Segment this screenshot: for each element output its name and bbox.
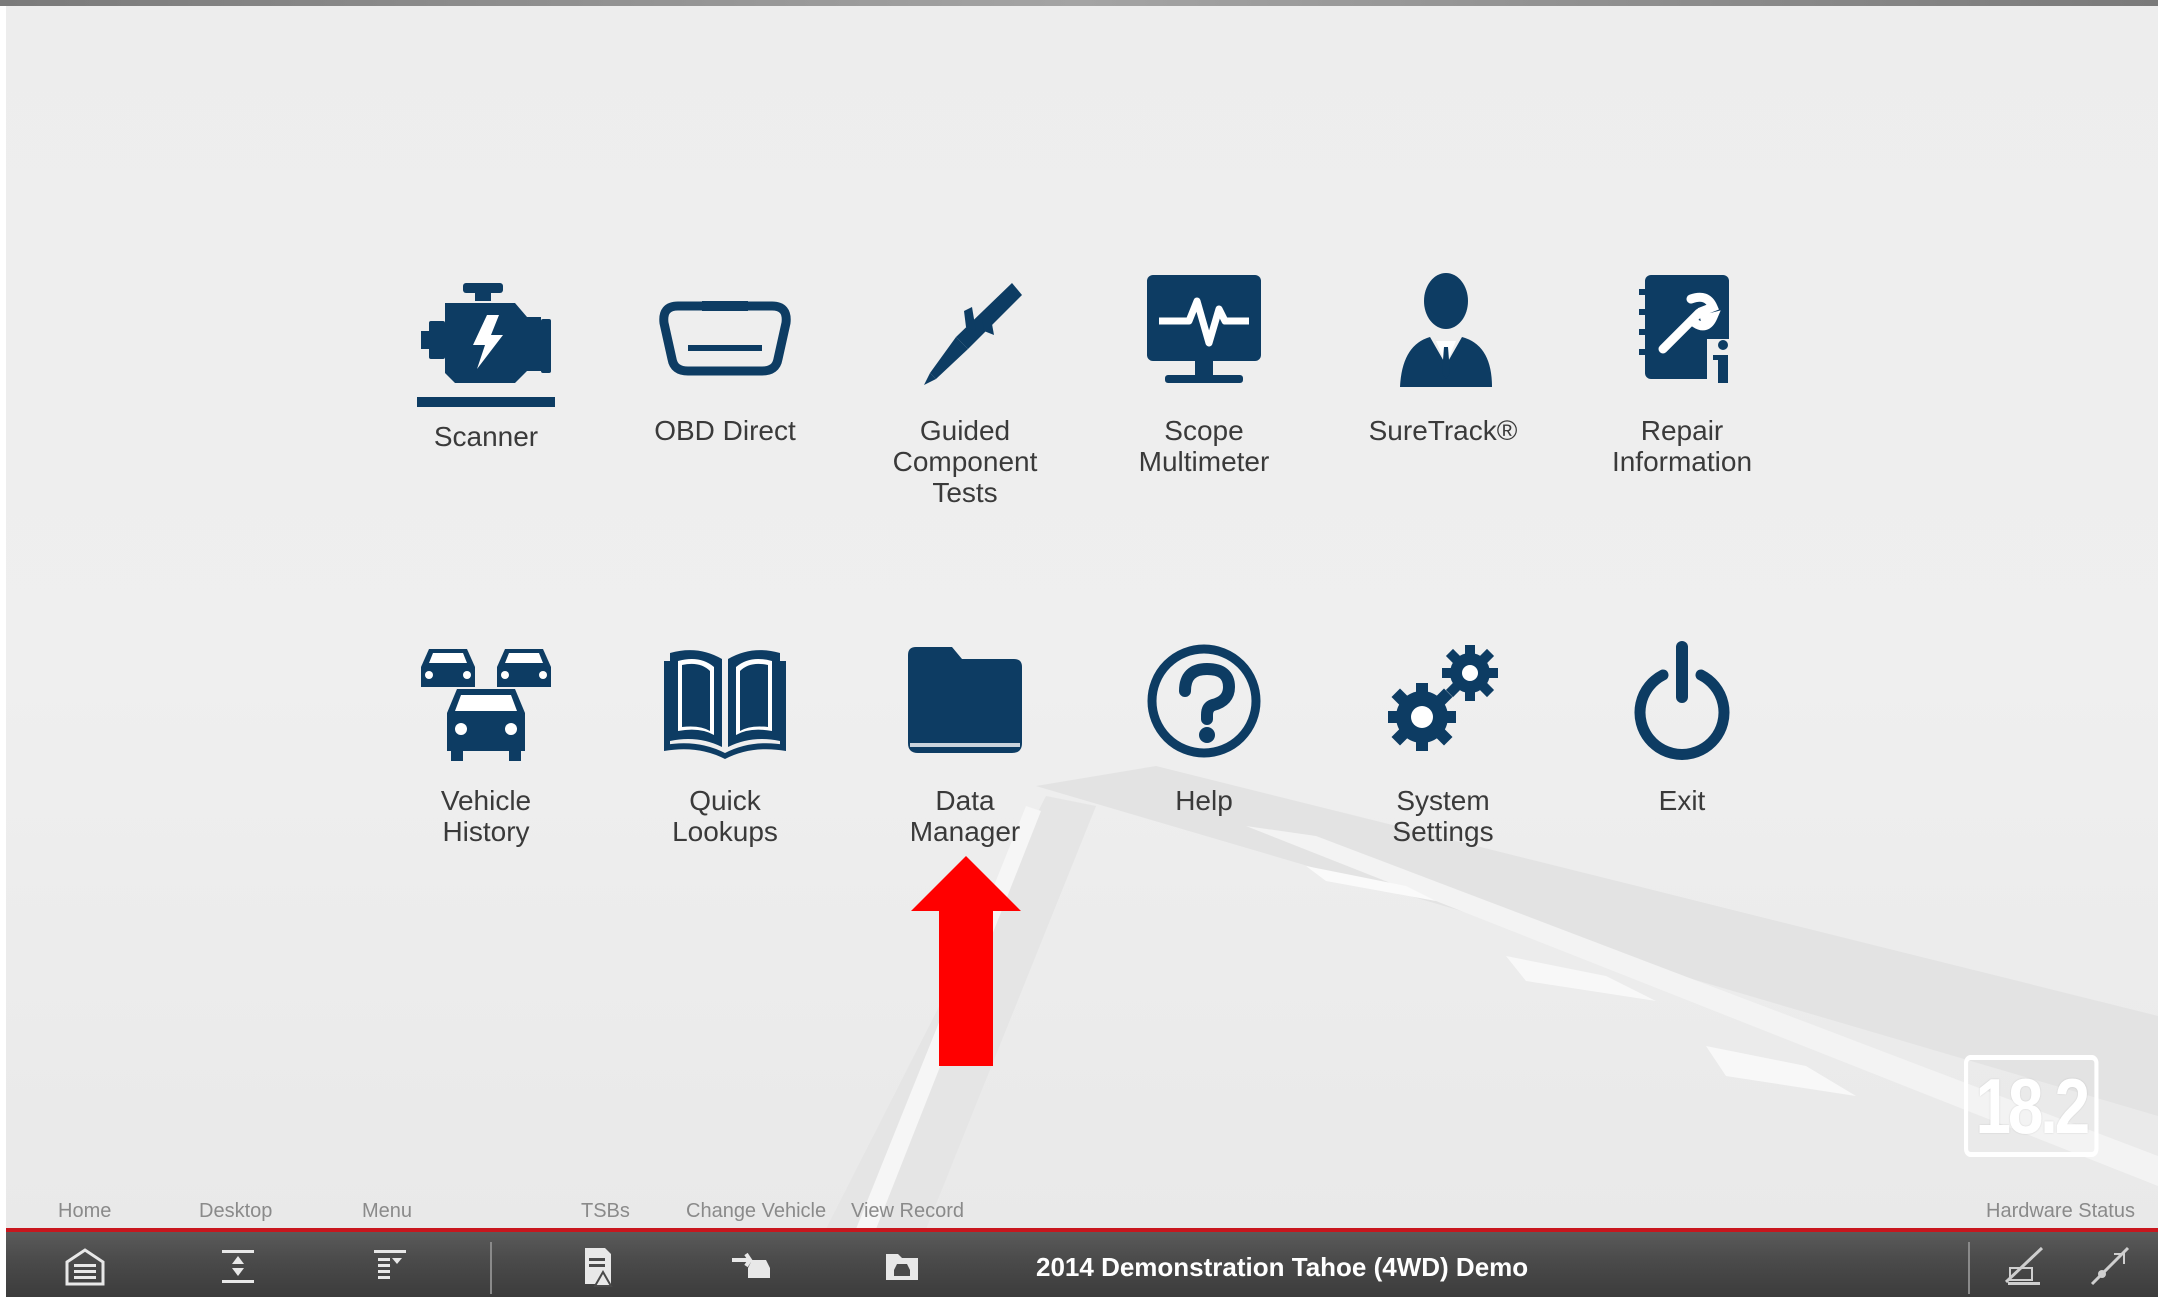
tile-label: Repair Information	[1611, 415, 1753, 477]
tile-vehicle-history[interactable]: Vehicle History	[376, 631, 596, 847]
toolbar-divider	[490, 1242, 492, 1294]
technician-icon	[1400, 273, 1492, 387]
view-record-label[interactable]: View Record	[851, 1200, 964, 1223]
tile-label: SureTrack®	[1368, 415, 1518, 446]
scope-monitor-icon	[1147, 275, 1261, 383]
tile-scope-multimeter[interactable]: Scope Multimeter	[1094, 261, 1314, 477]
tile-system-settings[interactable]: System Settings	[1333, 631, 1553, 847]
tile-obd-direct[interactable]: OBD Direct	[615, 261, 835, 446]
desktop-label[interactable]: Desktop	[199, 1200, 272, 1223]
hardware-status-label[interactable]: Hardware Status	[1986, 1200, 2135, 1223]
power-icon	[1634, 641, 1730, 760]
tile-label: Scope Multimeter	[1138, 415, 1270, 477]
change-vehicle-icon	[732, 1252, 770, 1278]
road-background	[826, 766, 2158, 1229]
repair-info-icon	[1639, 275, 1741, 389]
folder-icon	[908, 647, 1022, 753]
home-label[interactable]: Home	[58, 1200, 111, 1223]
help-icon	[1147, 644, 1261, 758]
tile-exit[interactable]: Exit	[1572, 631, 1792, 816]
usb-disconnected-icon	[2090, 1246, 2130, 1286]
desktop-button[interactable]	[210, 1242, 266, 1290]
gears-icon	[1388, 645, 1498, 751]
tile-label: Help	[1175, 785, 1233, 816]
bottom-toolbar: 2014 Demonstration Tahoe (4WD) Demo	[6, 1228, 2158, 1297]
active-tab-indicator	[417, 397, 555, 407]
tile-guided-component-tests[interactable]: Guided Component Tests	[855, 261, 1075, 508]
view-record-button[interactable]	[874, 1242, 930, 1290]
tile-label: Guided Component Tests	[892, 415, 1038, 508]
garage-icon	[65, 1248, 105, 1286]
tile-repair-information[interactable]: Repair Information	[1572, 261, 1792, 477]
cars-icon	[421, 649, 551, 761]
tile-label: Quick Lookups	[672, 785, 778, 847]
tile-help[interactable]: Help	[1094, 631, 1314, 816]
tile-label: System Settings	[1392, 785, 1494, 847]
change-vehicle-button[interactable]	[722, 1242, 778, 1290]
tsbs-label[interactable]: TSBs	[581, 1200, 630, 1223]
hardware-status-button[interactable]	[1996, 1242, 2052, 1290]
desktop-icon	[222, 1250, 254, 1283]
tile-scanner[interactable]: Scanner	[376, 261, 596, 452]
tile-label: Vehicle History	[440, 785, 532, 847]
change-vehicle-label[interactable]: Change Vehicle	[686, 1200, 826, 1223]
vci-disconnected-icon	[2004, 1246, 2044, 1285]
tile-data-manager[interactable]: Data Manager	[855, 631, 1075, 847]
tile-label: Data Manager	[909, 785, 1021, 847]
tsbs-button[interactable]	[571, 1242, 627, 1290]
engine-icon	[421, 283, 551, 383]
home-button[interactable]	[57, 1242, 113, 1290]
toolbar-divider	[1968, 1242, 1970, 1294]
usb-status-button[interactable]	[2082, 1242, 2138, 1290]
book-icon	[664, 650, 786, 759]
current-vehicle: 2014 Demonstration Tahoe (4WD) Demo	[1036, 1252, 1529, 1282]
toolbar-labels: Home Desktop Menu TSBs Change Vehicle Vi…	[6, 1192, 2158, 1228]
tile-label: OBD Direct	[654, 415, 796, 446]
obd-connector-icon	[659, 301, 791, 376]
menu-button[interactable]	[362, 1242, 418, 1290]
version-badge: 18.2	[1964, 1055, 2099, 1157]
tile-suretrack[interactable]: SureTrack®	[1333, 261, 1553, 446]
view-record-icon	[886, 1254, 918, 1280]
menu-label[interactable]: Menu	[362, 1200, 412, 1223]
tsb-document-icon	[585, 1248, 613, 1287]
probe-icon	[924, 283, 1022, 385]
tile-label: Exit	[1658, 785, 1706, 816]
tile-label: Scanner	[433, 421, 539, 452]
main-desktop: Scanner OBD Direct Guided Component Test…	[6, 6, 2158, 1229]
red-arrow-annotation	[911, 856, 1021, 1066]
tile-quick-lookups[interactable]: Quick Lookups	[615, 631, 835, 847]
menu-icon	[374, 1250, 406, 1279]
